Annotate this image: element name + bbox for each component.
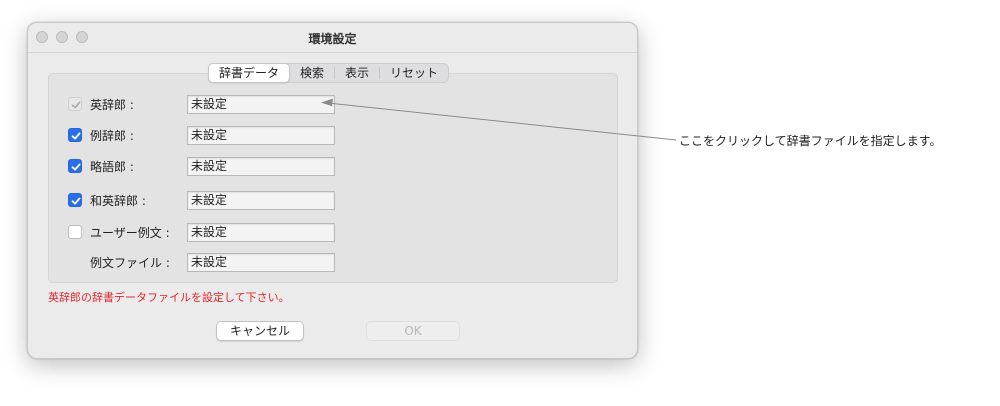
callout-arrow	[321, 98, 677, 141]
arrow-head-icon	[321, 98, 333, 107]
callout-annotation: ここをクリックして辞書ファイルを指定します。	[679, 134, 942, 148]
callout-line	[327, 102, 677, 141]
